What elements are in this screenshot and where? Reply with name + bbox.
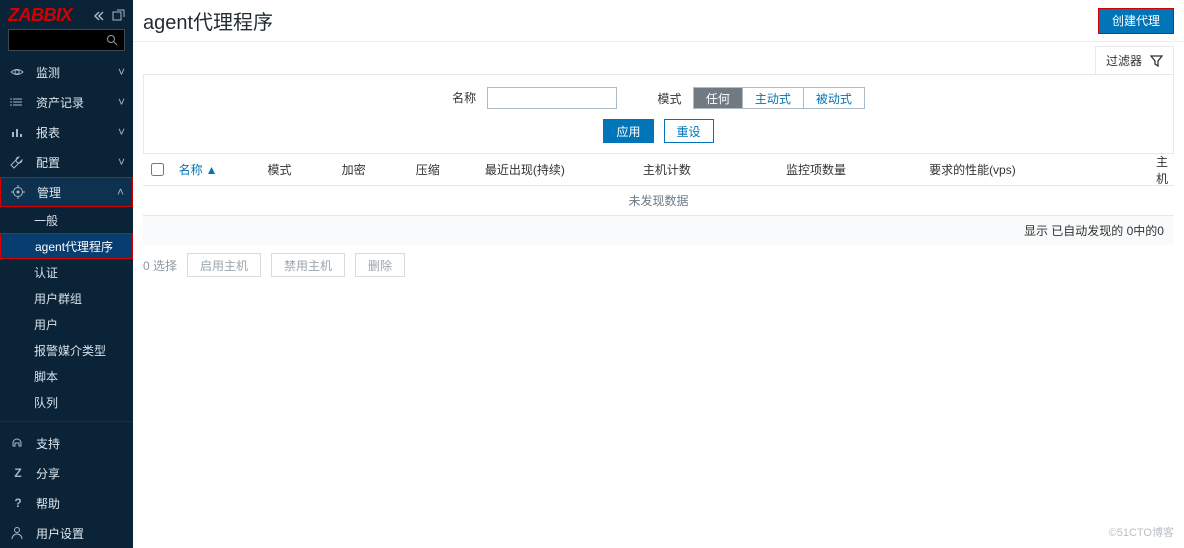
filter-mode-segment: 任何 主动式 被动式: [693, 87, 865, 109]
eye-icon: [10, 65, 26, 79]
chevron-down-icon: ˅: [118, 125, 125, 139]
nav-label: 帮助: [36, 495, 125, 512]
col-name[interactable]: 名称▲: [173, 161, 262, 178]
mode-passive[interactable]: 被动式: [804, 88, 864, 108]
nav-label: 用户设置: [36, 525, 125, 542]
nav-share[interactable]: Z 分享: [0, 458, 133, 488]
collapse-icon[interactable]: [92, 9, 106, 23]
col-encryption[interactable]: 加密: [336, 161, 410, 178]
filter-reset-button[interactable]: 重设: [664, 119, 714, 143]
gear-icon: [11, 185, 27, 199]
col-required-perf[interactable]: 要求的性能(vps): [923, 161, 1150, 178]
sub-users[interactable]: 用户: [0, 311, 133, 337]
filter-panel: 名称 模式 任何 主动式 被动式 应用 重设: [143, 74, 1174, 154]
nav-label: 管理: [37, 184, 107, 201]
sub-auth[interactable]: 认证: [0, 259, 133, 285]
mode-any[interactable]: 任何: [694, 88, 743, 108]
nav-monitoring[interactable]: 监测 ˅: [0, 57, 133, 87]
main-content: agent代理程序 创建代理 过滤器 名称 模式 任何: [133, 0, 1184, 548]
nav-user-settings[interactable]: 用户设置: [0, 518, 133, 548]
sidebar-top: ZABBIX: [0, 0, 133, 29]
selected-count: 0 选择: [143, 257, 177, 274]
list-icon: [10, 95, 26, 109]
search-input-wrap[interactable]: [8, 29, 125, 51]
filter-label: 过滤器: [1106, 52, 1142, 69]
search-input[interactable]: [15, 33, 106, 47]
page-title: agent代理程序: [143, 6, 273, 35]
col-item-count[interactable]: 监控项数量: [780, 161, 923, 178]
col-host-count[interactable]: 主机计数: [637, 161, 780, 178]
bulk-delete-button[interactable]: 删除: [355, 253, 405, 277]
user-icon: [10, 526, 26, 540]
sidebar: ZABBIX 监测 ˅: [0, 0, 133, 548]
sub-scripts[interactable]: 脚本: [0, 363, 133, 389]
filter-name-input[interactable]: [487, 87, 617, 109]
nav-administration[interactable]: 管理 ˄: [0, 177, 133, 207]
help-icon: ?: [10, 496, 26, 510]
nav-label: 报表: [36, 124, 108, 141]
table-header: 名称▲ 模式 加密 压缩 最近出现(持续) 主机计数 监控项数量 要求的性能(v…: [143, 154, 1174, 186]
sort-asc-icon: ▲: [206, 163, 218, 177]
popout-icon[interactable]: [112, 9, 125, 23]
wrench-icon: [10, 155, 26, 169]
search-icon: [106, 34, 118, 46]
z-icon: Z: [10, 466, 26, 480]
filter-toggle[interactable]: 过滤器: [1095, 46, 1174, 74]
col-mode[interactable]: 模式: [261, 161, 335, 178]
nav-label: 分享: [36, 465, 125, 482]
col-host[interactable]: 主机: [1150, 153, 1174, 187]
nav-configuration[interactable]: 配置 ˅: [0, 147, 133, 177]
col-compression[interactable]: 压缩: [410, 161, 479, 178]
chevron-down-icon: ˅: [118, 65, 125, 79]
nav-support[interactable]: 支持: [0, 428, 133, 458]
nav-reports[interactable]: 报表 ˅: [0, 117, 133, 147]
sub-proxies[interactable]: agent代理程序: [0, 233, 133, 259]
nav-label: 配置: [36, 154, 108, 171]
table-empty: 未发现数据: [143, 186, 1174, 216]
filter-name-label: 名称: [452, 91, 476, 105]
proxies-table: 名称▲ 模式 加密 压缩 最近出现(持续) 主机计数 监控项数量 要求的性能(v…: [143, 154, 1174, 245]
nav-help[interactable]: ? 帮助: [0, 488, 133, 518]
filter-apply-button[interactable]: 应用: [603, 119, 653, 143]
sub-queue[interactable]: 队列: [0, 389, 133, 415]
bulk-disable-button[interactable]: 禁用主机: [271, 253, 345, 277]
bulk-actions: 0 选择 启用主机 禁用主机 删除: [133, 245, 1184, 285]
nav-label: 监测: [36, 64, 108, 81]
chevron-down-icon: ˅: [118, 155, 125, 169]
col-last-seen[interactable]: 最近出现(持续): [479, 161, 637, 178]
table-summary: 显示 已自动发现的 0中的0: [143, 216, 1174, 245]
chevron-down-icon: ˅: [118, 95, 125, 109]
chevron-up-icon: ˄: [117, 185, 124, 199]
nav-label: 资产记录: [36, 94, 108, 111]
nav-menu: 监测 ˅ 资产记录 ˅ 报表 ˅ 配置 ˅ 管理 ˄: [0, 57, 133, 207]
filter-icon: [1150, 54, 1163, 67]
sub-general[interactable]: 一般: [0, 207, 133, 233]
support-icon: [10, 436, 26, 450]
zabbix-logo: ZABBIX: [8, 5, 72, 26]
admin-submenu: 一般 agent代理程序 认证 用户群组 用户 报警媒介类型 脚本 队列: [0, 207, 133, 415]
nav-label: 支持: [36, 435, 125, 452]
sub-usergroups[interactable]: 用户群组: [0, 285, 133, 311]
bulk-enable-button[interactable]: 启用主机: [187, 253, 261, 277]
filter-mode-label: 模式: [657, 92, 681, 106]
select-all-checkbox[interactable]: [151, 163, 164, 176]
create-proxy-button[interactable]: 创建代理: [1099, 9, 1173, 33]
mode-active[interactable]: 主动式: [743, 88, 804, 108]
header-row: agent代理程序 创建代理: [133, 0, 1184, 42]
chart-icon: [10, 125, 26, 139]
bottom-menu: 支持 Z 分享 ? 帮助 用户设置: [0, 421, 133, 548]
nav-inventory[interactable]: 资产记录 ˅: [0, 87, 133, 117]
sub-mediatypes[interactable]: 报警媒介类型: [0, 337, 133, 363]
